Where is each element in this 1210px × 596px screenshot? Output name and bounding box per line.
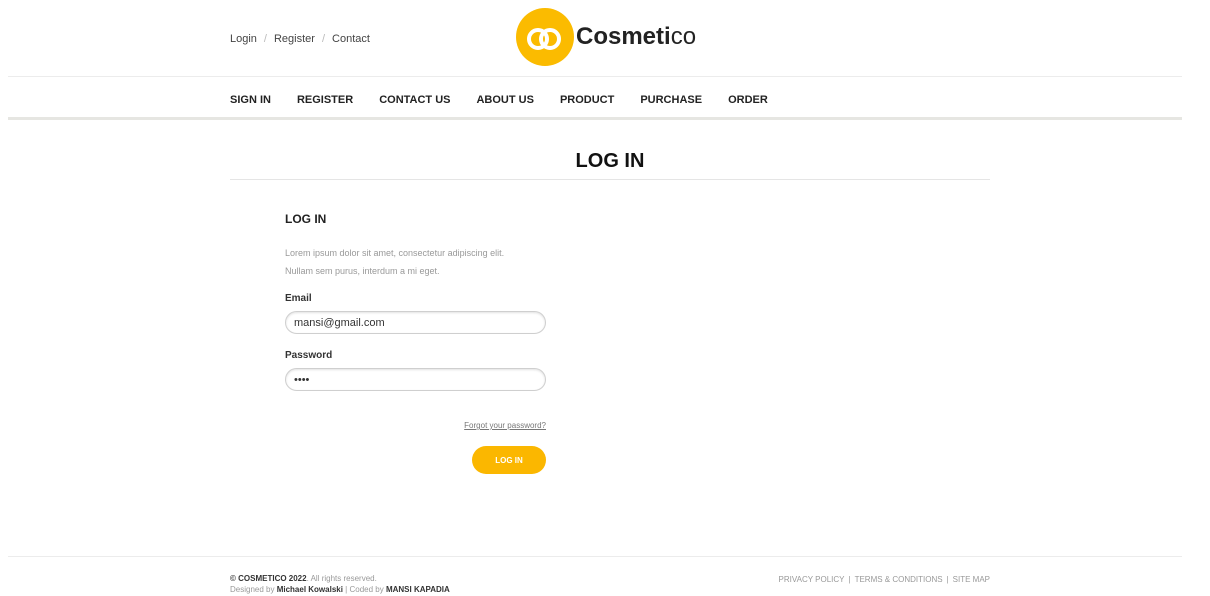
form-description: Lorem ipsum dolor sit amet, consectetur … — [285, 244, 546, 280]
logo-rings-icon — [516, 8, 574, 66]
nav-about-us[interactable]: ABOUT US — [476, 94, 533, 106]
terms-link[interactable]: TERMS & CONDITIONS — [855, 575, 943, 584]
coder-name: MANSI KAPADIA — [385, 585, 450, 594]
title-divider — [230, 179, 990, 180]
brand-logo[interactable]: Cosmetico — [516, 7, 696, 67]
designer-name: Michael Kowalski — [276, 585, 343, 594]
footer-link-separator: | — [946, 575, 949, 584]
email-input[interactable] — [285, 311, 546, 334]
password-label: Password — [285, 350, 333, 361]
form-description-line: Nullam sem purus, interdum a mi eget. — [285, 266, 440, 276]
coded-by-label: | Coded by — [342, 585, 386, 594]
top-link-separator: / — [263, 33, 267, 45]
designed-by-label: Designed by — [230, 585, 277, 594]
credits-line: Designed by Michael Kowalski | Coded by … — [230, 584, 450, 595]
footer-links: PRIVACY POLICY | TERMS & CONDITIONS | SITE M… — [779, 575, 990, 584]
top-links: Login / Register / Contact — [230, 33, 370, 45]
nav-divider — [8, 117, 1182, 120]
password-input[interactable] — [285, 368, 546, 391]
nav-product[interactable]: PRODUCT — [560, 94, 614, 106]
form-description-line: Lorem ipsum dolor sit amet, consectetur … — [285, 248, 505, 258]
site-header: Login / Register / Contact Cosmetico — [0, 0, 1210, 76]
site-map-link[interactable]: SITE MAP — [953, 575, 990, 584]
nav-purchase[interactable]: PURCHASE — [640, 94, 702, 106]
nav-order[interactable]: ORDER — [728, 94, 768, 106]
logo-text-thin: co — [670, 23, 697, 50]
logo-text-bold: Cosmeti — [576, 23, 671, 50]
logo-text: Cosmetico — [576, 25, 696, 49]
top-link-contact[interactable]: Contact — [332, 33, 370, 45]
email-label: Email — [285, 293, 312, 304]
forgot-password-link[interactable]: Forgot your password? — [464, 421, 546, 430]
login-form: LOG IN Lorem ipsum dolor sit amet, conse… — [285, 212, 546, 474]
header-divider — [8, 76, 1182, 77]
footer-link-separator: | — [848, 575, 851, 584]
copyright-text: . All rights reserved. — [306, 574, 377, 583]
footer-divider — [8, 556, 1182, 557]
top-link-login[interactable]: Login — [230, 33, 257, 45]
copyright-brand: © COSMETICO 2022 — [230, 574, 307, 583]
nav-register[interactable]: REGISTER — [297, 94, 353, 106]
top-link-register[interactable]: Register — [274, 33, 315, 45]
form-heading: LOG IN — [285, 212, 327, 226]
nav-sign-in[interactable]: SIGN IN — [230, 94, 271, 106]
privacy-policy-link[interactable]: PRIVACY POLICY — [779, 575, 845, 584]
top-link-separator: / — [321, 33, 326, 45]
login-button[interactable]: LOG IN — [472, 446, 546, 474]
nav-contact-us[interactable]: CONTACT US — [379, 94, 450, 106]
page-title: LOG IN — [575, 150, 645, 172]
footer-credits: © COSMETICO 2022. All rights reserved. D… — [230, 573, 450, 595]
copyright-line: © COSMETICO 2022. All rights reserved. — [230, 573, 450, 584]
main-nav: SIGN IN REGISTER CONTACT US ABOUT US PRO… — [230, 94, 794, 106]
